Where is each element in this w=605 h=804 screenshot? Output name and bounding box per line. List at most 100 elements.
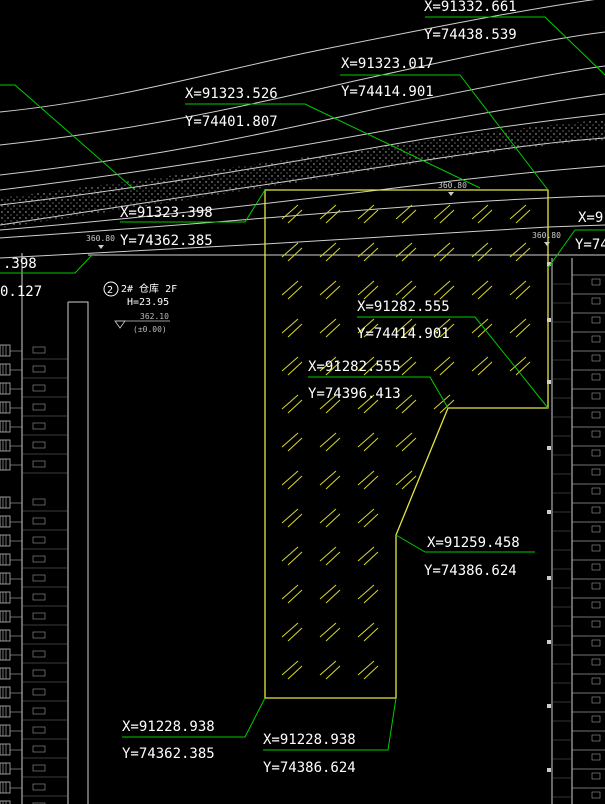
edge-marker [547,768,551,772]
left-table-rows [0,344,68,804]
coord-c9-x: X=91228.938 [263,732,356,748]
row-cell [0,344,11,357]
row-label [591,430,601,438]
row-cell [0,667,11,680]
hatch-mark [281,394,299,410]
hatch-mark [281,546,299,562]
row-cell [0,762,11,775]
hatch-mark [281,622,299,638]
coordinate-labels: X=91332.661 Y=74438.539 X=91323.017 Y=74… [0,0,605,776]
hatch-mark [281,356,299,372]
row-label [32,707,46,715]
row-label [32,669,46,677]
row-label [32,422,46,430]
row-label [591,563,601,571]
elevation-text: 360.80 [86,234,115,243]
row-label [591,601,601,609]
hatch-mark [319,508,337,524]
leader-lines [0,16,605,751]
row-cell [0,648,11,661]
row-label [591,468,601,476]
row-label [32,726,46,734]
hatch-mark [357,432,375,448]
coord-c4-x: X=91323.398 [120,205,213,221]
building-elevation: 362.10 [140,312,169,321]
hatch-mark [281,318,299,334]
row-label [32,517,46,525]
row-cell [0,686,11,699]
row-cell [0,382,11,395]
building-label: 2 2# 仓库 2F H=23.95 362.10 (±0.00) [103,281,177,334]
row-label [32,745,46,753]
row-label [591,620,601,628]
row-label [591,392,601,400]
building-zero: (±0.00) [133,325,167,334]
hatch-mark [395,470,413,486]
hatch-mark [509,204,527,220]
row-label [32,650,46,658]
row-label [591,373,601,381]
row-cell [0,591,11,604]
coord-c2-y: Y=74414.901 [341,84,434,100]
elevation-mark-2: 360.80 [86,234,115,249]
right-table-rows [552,274,605,799]
row-cell [0,743,11,756]
hatch-mark [319,660,337,676]
hatch-mark [319,470,337,486]
row-label [591,791,601,799]
row-label [32,783,46,791]
hatch-mark [281,470,299,486]
coord-c11-x: X=91 [578,210,605,226]
hatch-mark [357,622,375,638]
row-label [591,696,601,704]
coord-c2-x: X=91323.017 [341,56,434,72]
row-label [32,764,46,772]
building-name: 2# 仓库 2F [121,282,177,295]
row-label [32,460,46,468]
coord-c3-y: Y=74401.807 [185,114,278,130]
row-label [32,384,46,392]
row-cell [0,553,11,566]
row-label [32,631,46,639]
edge-marker [547,640,551,644]
hatch-mark [281,584,299,600]
boundary-lines [0,224,605,804]
row-label [591,354,601,362]
row-label [591,525,601,533]
elevation-mark-1: 360.80 [438,181,467,196]
hatch-mark [471,280,489,296]
elevation-triangle [448,192,454,196]
hatch-mark [395,432,413,448]
hatch-mark [281,280,299,296]
row-label [591,506,601,514]
row-label [591,335,601,343]
row-cell [0,610,11,623]
coord-c5-x: X=91282.555 [357,299,450,315]
row-cell [0,534,11,547]
hatch-mark [319,318,337,334]
hatch-mark [281,432,299,448]
row-label [32,346,46,354]
hatch-mark [509,318,527,334]
row-label [32,593,46,601]
coord-c1-x: X=91332.661 [424,0,517,15]
edge-marker [547,380,551,384]
coord-c1-y: Y=74438.539 [424,27,517,43]
row-cell [0,629,11,642]
coord-c10-x: .398 [3,256,37,272]
hatch-mark [281,204,299,220]
hatch-mark [471,356,489,372]
hatch-mark [281,660,299,676]
hatch-mark [433,356,451,372]
row-label [32,403,46,411]
hatch-mark [471,204,489,220]
row-label [32,498,46,506]
row-cell [0,458,11,471]
row-cell [0,439,11,452]
elevation-symbol [114,320,126,329]
edge-marker [547,446,551,450]
row-label [591,544,601,552]
coord-c6-x: X=91282.555 [308,359,401,375]
row-label [591,316,601,324]
building-height: H=23.95 [127,297,169,308]
